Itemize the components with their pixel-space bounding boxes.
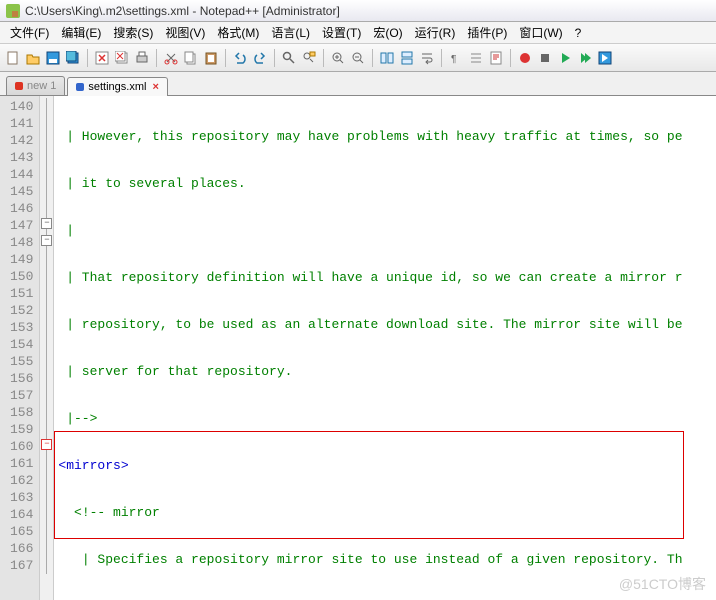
menu-file[interactable]: 文件(F) [4, 22, 55, 43]
editor-area[interactable]: 1401411421431441451461471481491501511521… [0, 96, 716, 600]
tab-bar: new 1 settings.xml × [0, 72, 716, 96]
record-icon[interactable] [516, 49, 534, 67]
comment-text: | However, this repository may have prob… [58, 129, 682, 144]
fold-toggle[interactable]: − [41, 235, 52, 246]
comment-text: | That repository definition will have a… [58, 270, 682, 285]
close-icon[interactable] [93, 49, 111, 67]
close-all-icon[interactable] [113, 49, 131, 67]
zoom-out-icon[interactable] [349, 49, 367, 67]
comment-text: | it to several places. [58, 176, 245, 191]
menu-format[interactable]: 格式(M) [211, 22, 265, 43]
print-icon[interactable] [133, 49, 151, 67]
title-bar: C:\Users\King\.m2\settings.xml - Notepad… [0, 0, 716, 22]
highlight-box [54, 431, 684, 539]
play-multi-icon[interactable] [576, 49, 594, 67]
comment-text: | [58, 223, 74, 238]
tab-label: new 1 [27, 80, 56, 92]
menu-edit[interactable]: 编辑(E) [55, 22, 107, 43]
open-file-icon[interactable] [24, 49, 42, 67]
wrap-icon[interactable] [418, 49, 436, 67]
separator [372, 49, 373, 67]
comment-text: | repository, to be used as an alternate… [58, 317, 682, 332]
line-number-gutter: 1401411421431441451461471481491501511521… [0, 96, 40, 600]
fold-toggle[interactable]: − [41, 218, 52, 229]
replace-icon[interactable] [300, 49, 318, 67]
tab-new1[interactable]: new 1 [6, 76, 65, 95]
find-icon[interactable] [280, 49, 298, 67]
close-tab-icon[interactable]: × [152, 81, 158, 93]
fold-toggle[interactable]: − [41, 439, 52, 450]
modified-icon [15, 82, 23, 90]
doc-map-icon[interactable] [487, 49, 505, 67]
separator [87, 49, 88, 67]
fold-margin: − − − [40, 96, 54, 600]
tab-label: settings.xml [88, 81, 146, 93]
menu-run[interactable]: 运行(R) [409, 22, 462, 43]
toolbar: ¶ [0, 44, 716, 72]
svg-text:¶: ¶ [451, 54, 456, 65]
separator [156, 49, 157, 67]
saved-icon [76, 83, 84, 91]
stop-icon[interactable] [536, 49, 554, 67]
show-all-icon[interactable]: ¶ [447, 49, 465, 67]
code-area[interactable]: | However, this repository may have prob… [54, 96, 716, 600]
menu-bar: 文件(F) 编辑(E) 搜索(S) 视图(V) 格式(M) 语言(L) 设置(T… [0, 22, 716, 44]
zoom-in-icon[interactable] [329, 49, 347, 67]
cut-icon[interactable] [162, 49, 180, 67]
separator [441, 49, 442, 67]
xml-tag: <mirrors> [58, 458, 128, 473]
paste-icon[interactable] [202, 49, 220, 67]
comment-text: | server for that repository. [58, 364, 292, 379]
tab-settings[interactable]: settings.xml × [67, 77, 168, 96]
play-icon[interactable] [556, 49, 574, 67]
watermark: @51CTO博客 [619, 574, 706, 594]
undo-icon[interactable] [231, 49, 249, 67]
menu-plugins[interactable]: 插件(P) [461, 22, 513, 43]
separator [225, 49, 226, 67]
sync-v-icon[interactable] [378, 49, 396, 67]
menu-window[interactable]: 窗口(W) [513, 22, 568, 43]
menu-help[interactable]: ? [569, 24, 588, 42]
separator [323, 49, 324, 67]
app-icon [6, 4, 20, 18]
copy-icon[interactable] [182, 49, 200, 67]
save-icon[interactable] [44, 49, 62, 67]
redo-icon[interactable] [251, 49, 269, 67]
sync-h-icon[interactable] [398, 49, 416, 67]
comment-text: <!-- mirror [74, 505, 160, 520]
comment-text: | Specifies a repository mirror site to … [74, 552, 683, 567]
indent-guide-icon[interactable] [467, 49, 485, 67]
window-title: C:\Users\King\.m2\settings.xml - Notepad… [25, 4, 340, 18]
menu-view[interactable]: 视图(V) [159, 22, 211, 43]
save-all-icon[interactable] [64, 49, 82, 67]
menu-search[interactable]: 搜索(S) [107, 22, 159, 43]
new-file-icon[interactable] [4, 49, 22, 67]
menu-settings[interactable]: 设置(T) [316, 22, 367, 43]
menu-language[interactable]: 语言(L) [265, 22, 316, 43]
menu-macro[interactable]: 宏(O) [367, 22, 408, 43]
separator [510, 49, 511, 67]
separator [274, 49, 275, 67]
comment-text: |--> [58, 411, 97, 426]
save-macro-icon[interactable] [596, 49, 614, 67]
